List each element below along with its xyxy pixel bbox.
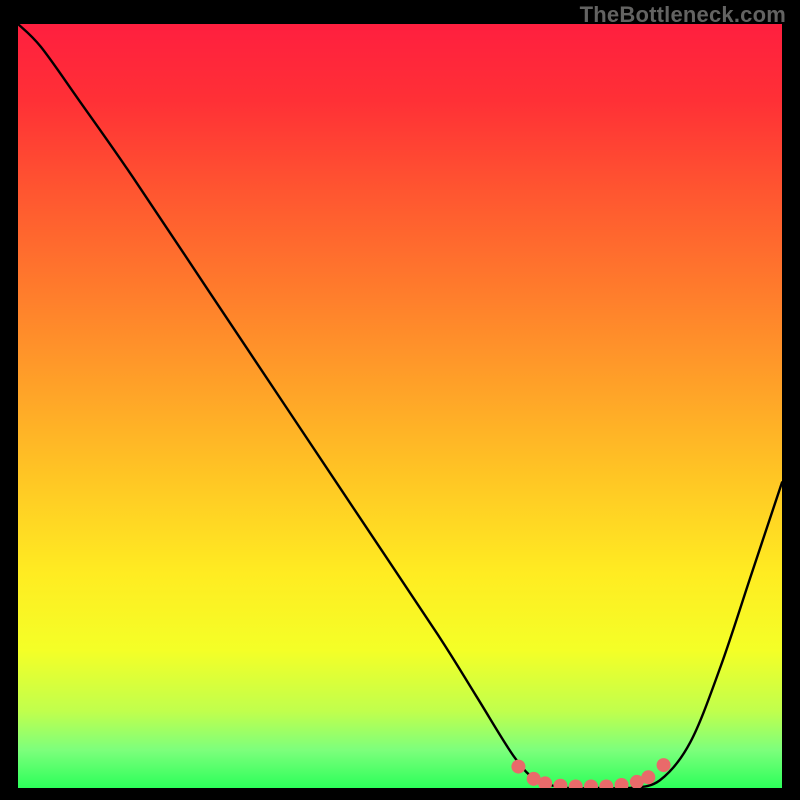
gradient-background <box>18 24 782 788</box>
bottleneck-chart <box>18 24 782 788</box>
optimal-marker <box>641 770 655 784</box>
optimal-marker <box>511 760 525 774</box>
chart-frame: TheBottleneck.com <box>0 0 800 800</box>
optimal-marker <box>657 758 671 772</box>
